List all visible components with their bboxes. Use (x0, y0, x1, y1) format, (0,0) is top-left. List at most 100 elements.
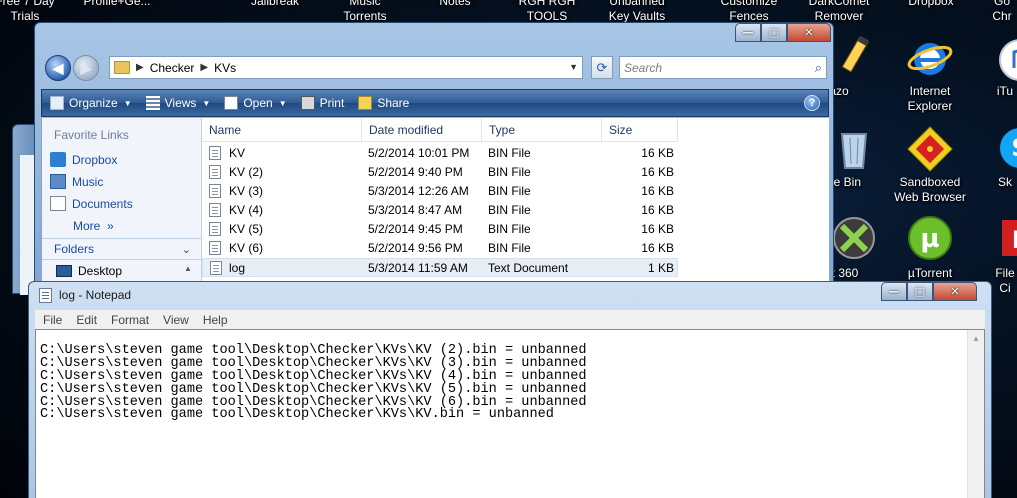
desktop-icon-google-chrome[interactable]: Go Chr (982, 0, 1017, 24)
file-name: KV (2) (229, 165, 264, 179)
desktop-icon-label: File (995, 266, 1015, 280)
minimize-icon: — (888, 285, 900, 298)
internet-explorer-icon[interactable] (906, 34, 954, 82)
table-row[interactable]: KV (4) 5/3/2014 8:47 AM BIN File 16 KB (202, 201, 678, 220)
breadcrumb-kvs[interactable]: KVs (214, 61, 236, 75)
desktop-icon-skype[interactable]: Sk (985, 175, 1017, 190)
vertical-scrollbar[interactable]: ▲ (967, 330, 984, 498)
table-row[interactable]: KV (3) 5/3/2014 12:26 AM BIN File 16 KB (202, 182, 678, 201)
svg-text:F: F (1012, 226, 1017, 254)
column-header-size[interactable]: Size (602, 118, 678, 142)
desktop-icon-customize-fences[interactable]: Customize Fences (704, 0, 794, 24)
views-button[interactable]: Views ▼ (145, 96, 210, 110)
maximize-icon: □ (768, 26, 780, 39)
file-type: BIN File (488, 241, 531, 255)
navigation-pane: Favorite Links Dropbox Music Documents M… (42, 118, 202, 293)
folders-toggle[interactable]: Folders ⌄ (42, 238, 201, 260)
table-row[interactable]: KV (2) 5/2/2014 9:40 PM BIN File 16 KB (202, 163, 678, 182)
open-button[interactable]: Open ▼ (224, 96, 287, 110)
column-header-label: Type (489, 123, 516, 137)
organize-button[interactable]: Organize ▼ (50, 96, 132, 110)
desktop-icon-jailbreak[interactable]: Jailbreak (230, 0, 320, 9)
search-input[interactable]: Search ⌕ (619, 56, 827, 79)
itunes-icon[interactable] (996, 36, 1017, 84)
close-button[interactable]: ✕ (933, 282, 977, 301)
scroll-up-icon[interactable]: ▲ (184, 264, 192, 273)
more-link[interactable]: More » (73, 219, 114, 233)
desktop-icon-label: Web Browser (894, 190, 966, 204)
column-header-name[interactable]: Name (202, 118, 362, 142)
recycle-bin-icon[interactable] (830, 124, 878, 172)
desktop-icon-unbanned-key-vaults[interactable]: Unbanned Key Vaults (592, 0, 682, 24)
skype-icon[interactable]: S (996, 124, 1017, 172)
maximize-button[interactable]: □ (907, 282, 933, 301)
table-row[interactable]: KV (6) 5/2/2014 9:56 PM BIN File 16 KB (202, 239, 678, 258)
favorite-link-documents[interactable]: Documents (50, 196, 133, 211)
column-header-divider (202, 141, 678, 142)
breadcrumb-separator[interactable]: ▶ (136, 62, 144, 73)
desktop-icon-rgh-tools[interactable]: RGH RGH TOOLS (502, 0, 592, 24)
file-date: 5/2/2014 10:01 PM (368, 146, 470, 160)
minimize-button[interactable]: — (881, 282, 907, 301)
file-type: BIN File (488, 203, 531, 217)
close-button[interactable]: ✕ (787, 23, 831, 42)
address-bar[interactable]: ▶ Checker ▶ KVs ▼ (109, 56, 583, 79)
print-label: Print (319, 96, 345, 110)
chevron-down-icon[interactable]: ▼ (569, 62, 578, 72)
menu-format[interactable]: Format (111, 313, 149, 327)
search-icon[interactable]: ⌕ (815, 60, 822, 76)
favorite-link-music[interactable]: Music (50, 174, 103, 189)
forward-button[interactable]: ▶ (73, 55, 99, 81)
file-app-icon[interactable]: F (996, 214, 1017, 262)
desktop-icon-utorrent[interactable]: µTorrent (885, 266, 975, 281)
breadcrumb-checker[interactable]: Checker (150, 61, 195, 75)
folder-tree-desktop[interactable]: Desktop (56, 264, 122, 278)
refresh-button[interactable]: ⟳ (591, 56, 613, 79)
desktop-icon-itunes[interactable]: iTu (985, 84, 1017, 99)
menu-file[interactable]: File (43, 313, 62, 327)
minimize-button[interactable]: — (735, 23, 761, 42)
menu-edit[interactable]: Edit (76, 313, 97, 327)
notepad-text-area[interactable]: C:\Users\steven game tool\Desktop\Checke… (35, 329, 985, 498)
desktop-icon-sandboxed-browser[interactable]: Sandboxed Web Browser (885, 175, 975, 205)
help-icon: ? (808, 97, 816, 109)
breadcrumb-separator[interactable]: ▶ (200, 62, 208, 73)
help-button[interactable]: ? (804, 95, 820, 111)
table-row[interactable]: KV 5/2/2014 10:01 PM BIN File 16 KB (202, 144, 678, 163)
notepad-text: C:\Users\steven game tool\Desktop\Checke… (40, 332, 587, 448)
print-button[interactable]: Print (300, 96, 345, 110)
maximize-button[interactable]: □ (761, 23, 787, 42)
desktop-icon-notes[interactable]: Notes (410, 0, 500, 9)
desktop-icon-profile[interactable]: Profile+Ge... (72, 0, 162, 9)
favorite-link-dropbox[interactable]: Dropbox (50, 152, 117, 167)
table-row-selected[interactable]: log 5/3/2014 11:59 AM Text Document 1 KB (202, 258, 678, 277)
sandboxie-icon[interactable] (906, 125, 954, 173)
back-button[interactable]: ◀ (45, 55, 71, 81)
explorer-window-controls: — □ ✕ (735, 23, 831, 43)
file-date: 5/2/2014 9:45 PM (368, 222, 463, 236)
desktop-icon-dropbox[interactable]: Dropbox (886, 0, 976, 9)
desktop-icon-free-trials[interactable]: Free 7 Day Trials (0, 0, 70, 24)
xbox-360-icon[interactable] (830, 214, 878, 262)
menu-help[interactable]: Help (203, 313, 228, 327)
desktop-icon-darkcomet-remover[interactable]: DarkComet Remover (794, 0, 884, 24)
menu-view[interactable]: View (163, 313, 189, 327)
utorrent-icon[interactable]: µ (906, 214, 954, 262)
table-row[interactable]: KV (5) 5/2/2014 9:45 PM BIN File 16 KB (202, 220, 678, 239)
desktop-icon-label: iTu (996, 84, 1014, 98)
scroll-up-icon[interactable]: ▲ (972, 334, 980, 343)
pencil-app-icon[interactable] (835, 34, 883, 82)
share-button[interactable]: Share (358, 96, 409, 110)
desktop-icon-internet-explorer[interactable]: Internet Explorer (885, 84, 975, 114)
close-icon: ✕ (950, 285, 960, 298)
file-date: 5/2/2014 9:56 PM (368, 241, 463, 255)
file-type: Text Document (488, 261, 569, 275)
desktop-icon-label: Explorer (907, 99, 953, 113)
desktop-icon-music-torrents[interactable]: Music Torrents (320, 0, 410, 24)
close-icon: ✕ (804, 26, 814, 39)
column-header-date[interactable]: Date modified (362, 118, 482, 142)
column-header-type[interactable]: Type (482, 118, 602, 142)
svg-text:µ: µ (920, 224, 939, 254)
maximize-icon: □ (914, 285, 926, 298)
organize-label: Organize (69, 96, 118, 110)
